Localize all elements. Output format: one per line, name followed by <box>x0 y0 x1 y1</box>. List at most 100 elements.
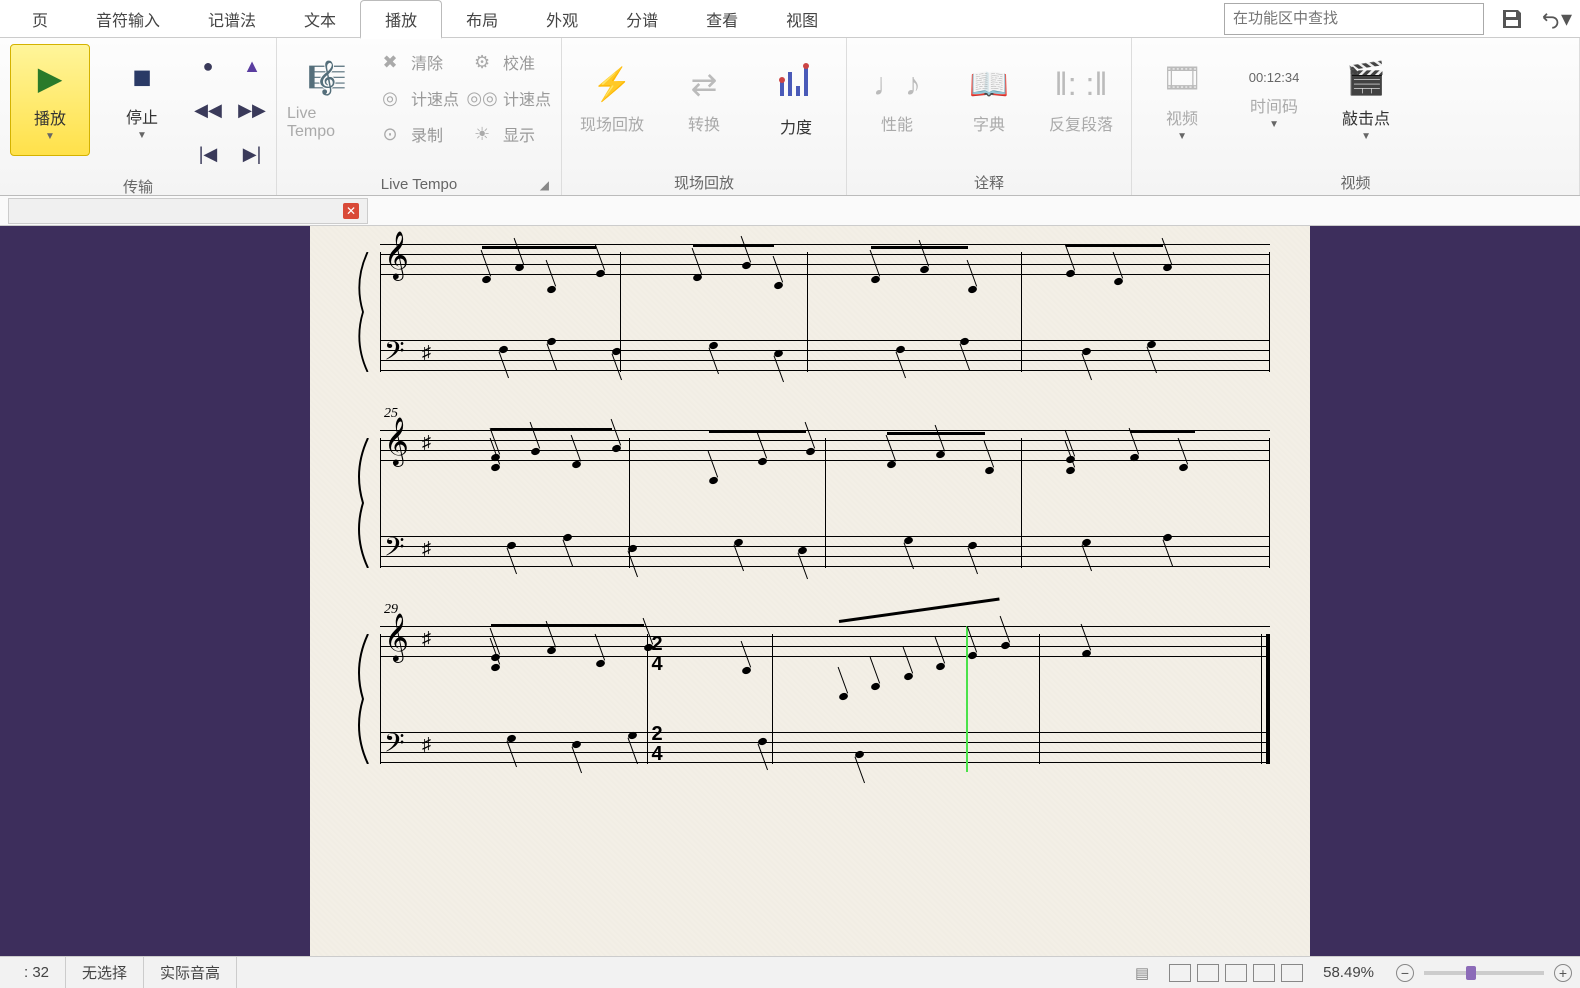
ribbon-search-input[interactable] <box>1224 3 1484 35</box>
ribbon-group-live-tempo: 🎼 Live Tempo ✖清除 ◎计速点 ⊙录制 ⚙校准 ◎◎计速点 ☀显示 … <box>277 38 562 195</box>
view-panorama-icon[interactable] <box>1253 964 1275 982</box>
speed-point-button[interactable]: ◎计速点 <box>379 86 459 110</box>
score-page: 𝄞 𝄢♯ <box>310 226 1310 956</box>
video-button[interactable]: 🎞 视频 ▼ <box>1142 44 1222 156</box>
velocity-label: 力度 <box>780 114 812 138</box>
ribbon-group-video: 🎞 视频 ▼ 00:12:34 时间码 ▼ 🎬 敲击点 ▼ 视频 <box>1132 38 1580 195</box>
zoom-percent[interactable]: 58.49% <box>1323 964 1374 981</box>
live-tempo-button[interactable]: 🎼 Live Tempo <box>287 44 367 156</box>
music-notes <box>450 634 1260 764</box>
play-label: 播放 <box>34 105 66 129</box>
velocity-button[interactable]: 力度 <box>756 44 836 156</box>
fast-forward-icon[interactable]: ▶▶ <box>238 100 266 121</box>
rewind-icon[interactable]: ◀◀ <box>194 100 222 121</box>
show-icon: ☀ <box>471 123 493 145</box>
clear-button[interactable]: ✖清除 <box>379 50 459 74</box>
film-icon: 🎞 <box>1162 59 1203 97</box>
play-icon: ▶ <box>38 59 63 97</box>
transform-icon: ⇄ <box>691 65 718 103</box>
music-notes <box>450 252 1260 372</box>
play-button[interactable]: ▶ 播放 ▼ <box>10 44 90 156</box>
performance-icon: ♩♪ <box>873 66 921 103</box>
timecode-button[interactable]: 00:12:34 时间码 ▼ <box>1234 44 1314 156</box>
metronome-icon[interactable]: ▲ <box>243 56 261 77</box>
tab-view[interactable]: 视图 <box>762 1 842 37</box>
speed-point2-button[interactable]: ◎◎计速点 <box>471 86 551 110</box>
target-icon: ◎ <box>379 87 401 109</box>
gear-icon: ⚙ <box>471 51 493 73</box>
tab-appearance[interactable]: 外观 <box>522 1 602 37</box>
stop-icon: ■ <box>132 59 151 96</box>
record-icon[interactable]: ● <box>203 56 214 77</box>
tab-layout[interactable]: 布局 <box>442 1 522 37</box>
close-icon[interactable]: ✕ <box>343 203 359 219</box>
repeat-icon: ‖: :‖ <box>1054 66 1107 103</box>
status-bar: : 32 无选择 实际音高 ▤ 58.49% − + <box>0 956 1580 988</box>
tab-notation[interactable]: 记谱法 <box>184 1 280 37</box>
view-mode-buttons <box>1169 964 1303 982</box>
view-spread-icon[interactable] <box>1225 964 1247 982</box>
video-label: 视频 <box>1166 105 1198 129</box>
group-label-video: 视频 <box>1142 168 1569 193</box>
dictionary-label: 字典 <box>973 111 1005 135</box>
skip-end-icon[interactable]: ▶| <box>243 144 262 165</box>
show-button[interactable]: ☀显示 <box>471 122 551 146</box>
chevron-down-icon: ▼ <box>1361 131 1371 142</box>
zoom-in-button[interactable]: + <box>1554 964 1572 982</box>
clapperboard-icon: 🎬 <box>1346 59 1386 97</box>
view-single-icon[interactable] <box>1169 964 1191 982</box>
dictionary-button[interactable]: 📖 字典 <box>949 44 1029 156</box>
undo-icon[interactable]: ▾ <box>1540 3 1572 35</box>
group-label-interpretation: 诠释 <box>857 168 1121 193</box>
stop-button[interactable]: ■ 停止 ▼ <box>102 44 182 156</box>
velocity-icon <box>776 62 816 106</box>
live-tempo-label: Live Tempo <box>287 105 367 141</box>
music-system: 𝄞 𝄢♯ <box>350 244 1270 380</box>
group-label-transport: 传输 <box>10 172 266 197</box>
hitpoint-button[interactable]: 🎬 敲击点 ▼ <box>1326 44 1406 156</box>
performance-button[interactable]: ♩♪ 性能 <box>857 44 937 156</box>
record-icon: ⊙ <box>379 123 401 145</box>
transform-label: 转换 <box>688 111 720 135</box>
status-pitch[interactable]: 实际音高 <box>144 957 237 988</box>
document-tab[interactable]: ✕ <box>8 198 368 224</box>
calibrate-button[interactable]: ⚙校准 <box>471 50 551 74</box>
group-label-live-tempo: Live Tempo <box>381 176 457 193</box>
repeat-label: 反复段落 <box>1049 111 1113 135</box>
tab-note-input[interactable]: 音符输入 <box>72 1 184 37</box>
chevron-down-icon: ▼ <box>1177 131 1187 142</box>
conductor-icon: 🎼 <box>307 59 347 97</box>
tab-home[interactable]: 页 <box>8 1 72 37</box>
live-replay-button[interactable]: ⚡ 现场回放 <box>572 44 652 156</box>
view-continuous-icon[interactable] <box>1197 964 1219 982</box>
zoom-out-button[interactable]: − <box>1396 964 1414 982</box>
dialog-launcher-icon[interactable]: ◢ <box>540 178 549 192</box>
live-replay-label: 现场回放 <box>580 111 644 135</box>
save-icon[interactable] <box>1496 3 1528 35</box>
record-tempo-button[interactable]: ⊙录制 <box>379 122 459 146</box>
group-label-live-playback: 现场回放 <box>572 168 836 193</box>
timecode-label: 时间码 <box>1250 93 1298 117</box>
zoom-thumb[interactable] <box>1466 966 1476 980</box>
music-system: 29 𝄞♯ 𝄢♯ 24 24 <box>350 626 1270 772</box>
zoom-slider[interactable] <box>1424 971 1544 975</box>
status-selection[interactable]: 无选择 <box>66 957 144 988</box>
document-area[interactable]: 𝄞 𝄢♯ <box>0 226 1580 956</box>
tab-playback[interactable]: 播放 <box>360 0 442 39</box>
page-nav-icon[interactable]: ▤ <box>1135 964 1149 982</box>
tab-parts[interactable]: 分谱 <box>602 1 682 37</box>
stop-label: 停止 <box>126 104 158 128</box>
clear-icon: ✖ <box>379 51 401 73</box>
status-bar-info[interactable]: : 32 <box>8 957 66 988</box>
transform-button[interactable]: ⇄ 转换 <box>664 44 744 156</box>
repeat-button[interactable]: ‖: :‖ 反复段落 <box>1041 44 1121 156</box>
document-tab-strip: ✕ <box>0 196 1580 226</box>
ribbon: ▶ 播放 ▼ ■ 停止 ▼ ● ▲ ◀◀ ▶▶ |◀ ▶| 传输 🎼 <box>0 38 1580 196</box>
view-fullscreen-icon[interactable] <box>1281 964 1303 982</box>
tab-review[interactable]: 查看 <box>682 1 762 37</box>
skip-start-icon[interactable]: |◀ <box>199 144 218 165</box>
tab-text[interactable]: 文本 <box>280 1 360 37</box>
music-notes <box>450 438 1260 568</box>
chevron-down-icon: ▼ <box>137 130 147 141</box>
timecode-icon: 00:12:34 <box>1249 70 1300 85</box>
